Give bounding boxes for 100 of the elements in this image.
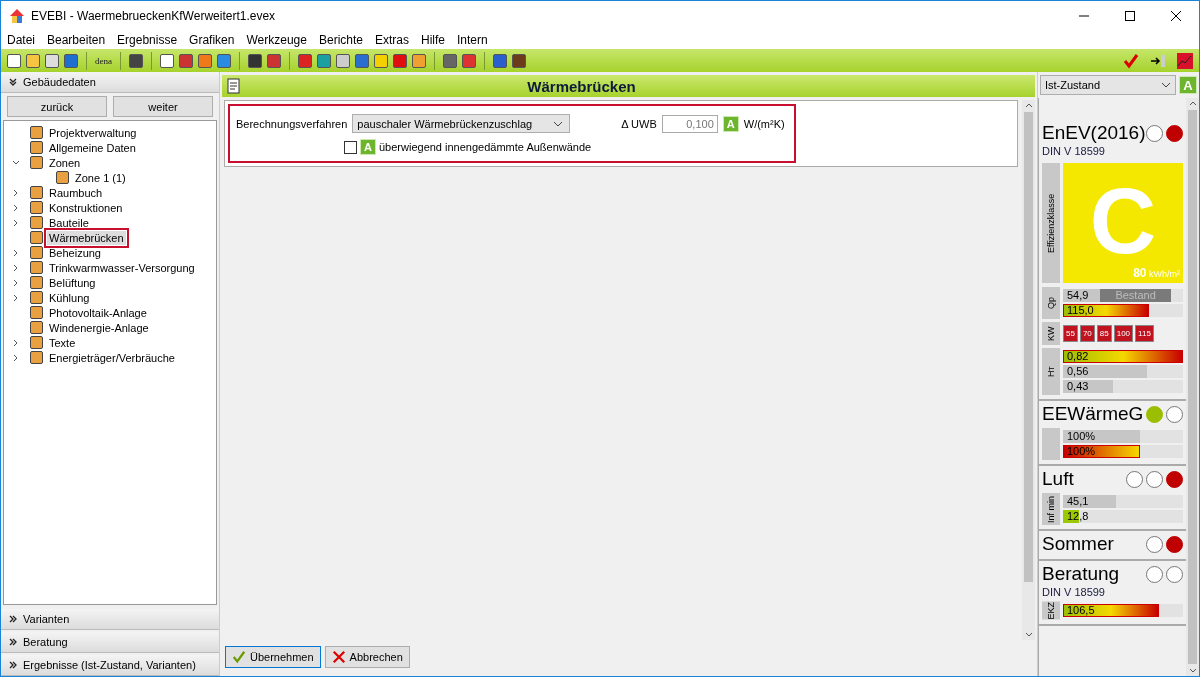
tree-item-icon xyxy=(30,156,43,169)
expanded-icon[interactable] xyxy=(12,158,20,167)
checkmark-icon xyxy=(232,650,246,664)
collapsed-icon[interactable] xyxy=(12,188,20,197)
cross-icon xyxy=(331,650,346,664)
collapsed-icon[interactable] xyxy=(12,353,20,362)
tree-item-icon xyxy=(30,276,43,289)
collapsed-icon[interactable] xyxy=(12,338,20,347)
section-title: EnEV(2016) xyxy=(1042,122,1146,144)
tree-item[interactable]: Photovoltaik-Anlage xyxy=(47,305,149,320)
double-chevron-icon xyxy=(9,78,17,86)
scroll-down-icon[interactable] xyxy=(1024,632,1033,637)
menu-item[interactable]: Hilfe xyxy=(421,33,445,47)
section-header[interactable]: Gebäudedaten xyxy=(1,72,219,93)
dropdown[interactable]: pauschaler Wärmebrückenzuschlag xyxy=(352,114,571,133)
field-label: Berechnungsverfahren xyxy=(236,117,348,130)
chevron-down-icon xyxy=(553,120,564,127)
tree-item-icon xyxy=(30,291,43,304)
row-label: Inf min xyxy=(1042,493,1060,525)
tree-item[interactable]: Bauteile xyxy=(47,215,91,230)
scroll-down-icon[interactable] xyxy=(1188,668,1197,673)
bar-value: 100% xyxy=(1067,430,1096,443)
tree-item[interactable]: Zonen xyxy=(47,155,83,170)
value-tag: 70 xyxy=(1079,325,1095,342)
collapsed-icon[interactable] xyxy=(12,218,20,227)
tree-item[interactable]: Zone 1 (1) xyxy=(73,170,128,185)
row-label: EKZ xyxy=(1042,602,1060,620)
variant-dropdown[interactable]: Ist-Zustand xyxy=(1040,75,1176,95)
action-button[interactable]: Übernehmen xyxy=(225,646,321,668)
collapsed-icon[interactable] xyxy=(12,293,20,302)
tree-item[interactable]: Windenergie-Anlage xyxy=(47,320,151,335)
window-title: EVEBI - WaermebrueckenKfWerweitert1.evex xyxy=(31,9,276,23)
tree-item[interactable]: Raumbuch xyxy=(47,185,105,200)
bar-value: 106,5 xyxy=(1067,604,1095,617)
tree-item[interactable]: Energieträger/Verbräuche xyxy=(47,350,177,365)
tree-item[interactable]: Beheizung xyxy=(47,245,103,260)
menu-item[interactable]: Intern xyxy=(457,33,488,47)
nav-button[interactable]: weiter xyxy=(113,96,213,117)
section-header[interactable]: Beratung xyxy=(1,632,219,653)
input-field[interactable]: 0,100 xyxy=(661,114,718,133)
row-label: Effizienzklasse xyxy=(1042,163,1060,283)
section-title: Sommer xyxy=(1042,533,1114,555)
unit-label: kWh/m² xyxy=(1149,269,1180,279)
chart-icon[interactable] xyxy=(1177,52,1193,69)
maximize-icon[interactable] xyxy=(1125,11,1135,21)
row-label: Qp xyxy=(1042,287,1060,319)
tree-item-icon xyxy=(30,321,43,334)
section-header[interactable]: Ergebnisse (Ist-Zustand, Varianten) xyxy=(1,655,219,676)
collapsed-icon[interactable] xyxy=(12,278,20,287)
tree-item[interactable]: Konstruktionen xyxy=(47,200,125,215)
bar-value: 45,1 xyxy=(1067,495,1089,508)
scrollbar[interactable] xyxy=(1186,98,1199,676)
value-tag: 85 xyxy=(1096,325,1112,342)
bar-value: 0,82 xyxy=(1067,350,1089,363)
menu-item[interactable]: Grafiken xyxy=(189,33,235,47)
tree-item-icon xyxy=(30,336,43,349)
close-icon[interactable] xyxy=(1171,11,1181,21)
tree-item[interactable]: Trinkwarmwasser-Versorgung xyxy=(47,260,197,275)
menu-item[interactable]: Berichte xyxy=(318,33,363,47)
tree-item-icon xyxy=(30,246,43,259)
menu-item[interactable]: Extras xyxy=(375,33,409,47)
tree-item[interactable]: Belüftung xyxy=(47,275,98,290)
collapsed-icon[interactable] xyxy=(12,203,20,212)
tree-item-icon xyxy=(30,201,43,214)
tree-item[interactable]: Wärmebrücken xyxy=(47,230,126,245)
tree-item-icon xyxy=(30,186,43,199)
tree-item-icon xyxy=(30,306,43,319)
scroll-up-icon[interactable] xyxy=(1188,101,1197,106)
scrollbar[interactable] xyxy=(1022,100,1035,640)
checkbox[interactable] xyxy=(344,140,357,154)
class-letter: C xyxy=(1089,176,1157,266)
menu-item[interactable]: Werkzeuge xyxy=(246,33,307,47)
scroll-up-icon[interactable] xyxy=(1024,103,1033,108)
tree-item[interactable]: Texte xyxy=(47,335,78,350)
bar-value: 115,0 xyxy=(1067,304,1094,317)
panel-title: Wärmebrücken xyxy=(526,77,637,95)
collapsed-icon[interactable] xyxy=(12,248,20,257)
standard-label: DIN V 18599 xyxy=(1042,586,1106,598)
toolbar-button[interactable]: dena xyxy=(95,55,112,66)
tree-item[interactable]: Allgemeine Daten xyxy=(47,140,138,155)
tree-item-icon xyxy=(30,231,43,244)
double-chevron-icon xyxy=(9,638,17,646)
collapsed-icon[interactable] xyxy=(12,263,20,272)
bar-value: 100% xyxy=(1067,445,1096,458)
unit-label: W/(m²K) xyxy=(743,117,785,130)
action-button[interactable]: Abbrechen xyxy=(324,646,410,668)
menu-item[interactable]: Bearbeiten xyxy=(47,33,106,47)
bar-value: 54,9 xyxy=(1067,289,1089,302)
bar-value: 0,43 xyxy=(1067,380,1089,393)
nav-button[interactable]: zurück xyxy=(7,96,107,117)
section-header[interactable]: Varianten xyxy=(1,609,219,630)
chevron-down-icon xyxy=(1161,82,1171,88)
tree-item[interactable]: Kühlung xyxy=(47,290,92,305)
menu-item[interactable]: Ergebnisse xyxy=(117,33,178,47)
checkmark-icon[interactable] xyxy=(1123,52,1139,69)
tree-item-icon xyxy=(30,126,43,139)
menu-item[interactable]: Datei xyxy=(7,33,35,47)
tree-item-icon xyxy=(30,351,43,364)
tree-item[interactable]: Projektverwaltung xyxy=(47,125,139,140)
checkbox-label: überwiegend innengedämmte Außenwände xyxy=(379,141,592,153)
